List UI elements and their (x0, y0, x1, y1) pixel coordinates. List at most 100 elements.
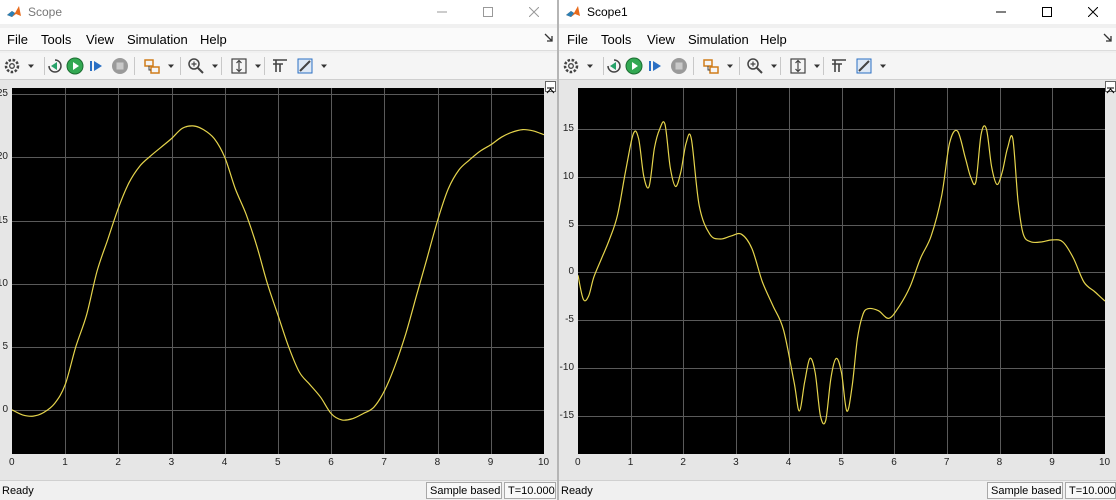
settings-icon (4, 58, 20, 74)
y-tick-label: 10 (562, 170, 574, 182)
step-forward-icon (649, 61, 661, 71)
cursor-measure-button[interactable] (829, 56, 849, 76)
scope1-window: Scope1 File Tools View Simulation Help 0… (559, 0, 1116, 500)
step-back-icon (607, 59, 621, 73)
step-forward-icon (90, 61, 102, 71)
chevron-down-icon[interactable] (586, 63, 594, 69)
y-tick-label: 20 (0, 151, 8, 163)
autoscale-button[interactable] (788, 56, 808, 76)
minimize-icon (996, 11, 1006, 13)
chevron-down-icon[interactable] (813, 63, 821, 69)
run-icon (625, 57, 643, 75)
chevron-down-icon[interactable] (770, 63, 778, 69)
chevron-down-icon[interactable] (879, 63, 887, 69)
highlight-block-icon (703, 59, 719, 74)
step-back-button[interactable] (45, 56, 65, 76)
style-button[interactable] (295, 56, 315, 76)
menu-simulation[interactable]: Simulation (127, 32, 188, 47)
axes[interactable] (12, 88, 544, 454)
chevron-down-icon[interactable] (320, 63, 328, 69)
expand-icon (546, 87, 555, 94)
minimize-button[interactable] (419, 0, 465, 24)
x-tick-label: 7 (381, 457, 387, 468)
x-tick-label: 7 (943, 457, 950, 468)
toolbar-separator (221, 57, 222, 75)
maximize-icon (1042, 7, 1052, 17)
style-button[interactable] (854, 56, 874, 76)
x-tick-label: 8 (996, 457, 1003, 468)
x-tick-label: 2 (680, 457, 686, 468)
sim-time: T=10.000 (504, 482, 556, 499)
minimize-button[interactable] (978, 0, 1024, 24)
zoom-button[interactable] (745, 56, 765, 76)
run-icon (66, 57, 84, 75)
chevron-down-icon[interactable] (27, 63, 35, 69)
x-tick-label: 9 (1049, 457, 1055, 468)
y-tick-label: 0 (2, 403, 8, 415)
axes[interactable] (578, 88, 1105, 454)
toolbar-separator (739, 57, 740, 75)
sample-mode: Sample based (987, 482, 1063, 499)
close-icon (529, 7, 539, 17)
x-tick-label: 3 (168, 457, 175, 468)
menu-tools[interactable]: Tools (41, 32, 71, 47)
close-button[interactable] (1070, 0, 1116, 24)
style-icon (297, 58, 313, 74)
cursor-measure-button[interactable] (270, 56, 290, 76)
expand-axes-button[interactable] (545, 81, 556, 94)
toolbar-separator (693, 57, 694, 75)
menu-file[interactable]: File (567, 32, 588, 47)
autoscale-button[interactable] (229, 56, 249, 76)
highlight-block-button[interactable] (142, 56, 162, 76)
menu-help[interactable]: Help (200, 32, 227, 47)
title-bar[interactable]: Scope (0, 0, 557, 24)
highlight-block-button[interactable] (701, 56, 721, 76)
chevron-down-icon[interactable] (167, 63, 175, 69)
run-button[interactable] (624, 56, 644, 76)
status-text: Ready (561, 485, 593, 497)
menu-simulation[interactable]: Simulation (688, 32, 749, 47)
stop-button[interactable] (110, 56, 130, 76)
maximize-button[interactable] (1024, 0, 1070, 24)
x-tick-label: 1 (627, 457, 634, 468)
zoom-icon (747, 58, 763, 74)
run-button[interactable] (65, 56, 85, 76)
scope-plot (578, 88, 1105, 454)
x-tick-label: 10 (1099, 457, 1111, 468)
zoom-button[interactable] (186, 56, 206, 76)
plot-area: 0 1 2 3 4 5 6 7 8 9 10 15 10 5 0 -5 -10 -15 (559, 80, 1116, 480)
chevron-down-icon[interactable] (254, 63, 262, 69)
zoom-icon (188, 58, 204, 74)
expand-axes-button[interactable] (1105, 81, 1116, 94)
menu-bar: File Tools View Simulation Help (559, 28, 1116, 51)
autoscale-icon (790, 58, 806, 74)
menu-bar: File Tools View Simulation Help (0, 28, 557, 51)
sim-time: T=10.000 (1065, 482, 1116, 499)
menu-help[interactable]: Help (760, 32, 787, 47)
y-tick-label: -10 (559, 361, 574, 373)
settings-button[interactable] (561, 56, 581, 76)
x-tick-label: 1 (62, 457, 68, 468)
close-button[interactable] (511, 0, 557, 24)
menu-view[interactable]: View (647, 32, 675, 47)
step-forward-button[interactable] (87, 56, 107, 76)
undock-icon[interactable] (1103, 33, 1113, 43)
chevron-down-icon[interactable] (726, 63, 734, 69)
y-tick-label: 0 (568, 266, 574, 278)
x-tick-label: 3 (733, 457, 739, 468)
stop-button[interactable] (669, 56, 689, 76)
step-forward-button[interactable] (646, 56, 666, 76)
maximize-button[interactable] (465, 0, 511, 24)
undock-icon[interactable] (544, 33, 554, 43)
title-bar[interactable]: Scope1 (559, 0, 1116, 24)
y-tick-label: 5 (568, 218, 574, 230)
menu-view[interactable]: View (86, 32, 114, 47)
y-tick-label: 15 (0, 214, 8, 226)
settings-button[interactable] (2, 56, 22, 76)
toolbar-separator (134, 57, 135, 75)
menu-file[interactable]: File (7, 32, 28, 47)
chevron-down-icon[interactable] (211, 63, 219, 69)
toolbar (559, 53, 1116, 80)
step-back-button[interactable] (604, 56, 624, 76)
menu-tools[interactable]: Tools (601, 32, 631, 47)
